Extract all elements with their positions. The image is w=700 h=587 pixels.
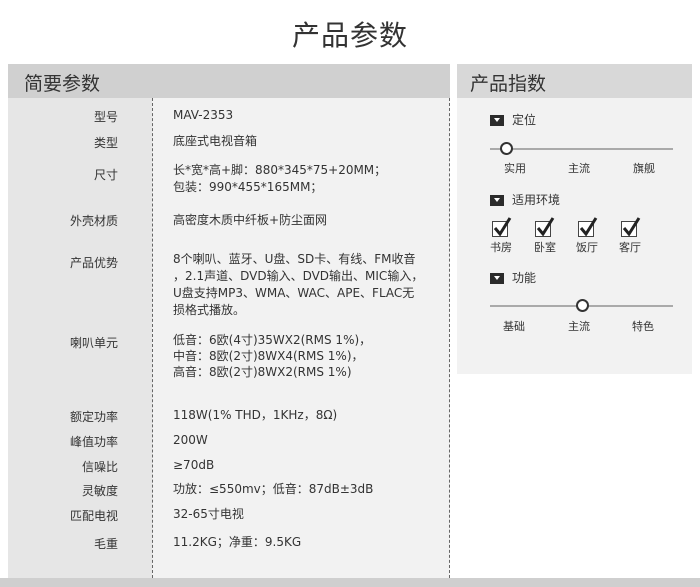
param-value-advantage-4: 损格式播放。	[173, 303, 246, 317]
param-value-size-2: 包装：990*455*165MM；	[173, 180, 323, 194]
param-label-rated-power: 额定功率	[69, 410, 118, 424]
panel-divider	[449, 98, 450, 578]
positioning-section: 定位	[490, 111, 536, 128]
param-label-sensitivity: 灵敏度	[81, 484, 118, 498]
param-value-advantage-3: U盘支持MP3、WMA、WAC、APE、FLAC无	[173, 286, 415, 300]
param-label-peak-power: 峰值功率	[69, 435, 118, 449]
index-title: 产品指数	[470, 73, 547, 95]
positioning-tick-practical: 实用	[504, 162, 526, 175]
function-slider-knob[interactable]	[575, 299, 589, 312]
function-tick-basic: 基础	[503, 320, 525, 333]
param-label-material: 外壳材质	[69, 214, 118, 228]
function-title: 功能	[512, 271, 537, 285]
function-section: 功能	[490, 269, 536, 286]
param-label-advantage: 产品优势	[69, 256, 118, 270]
env-label-living: 客厅	[619, 241, 641, 254]
param-value-speakers-2: 中音：8欧(2寸)8WX4(RMS 1%)，	[173, 349, 364, 363]
environment-section: 适用环境	[490, 191, 560, 208]
summary-header: 简要参数	[8, 64, 450, 98]
param-label-weight: 毛重	[93, 537, 118, 551]
param-value-peak-power: 200W	[173, 433, 208, 447]
dropdown-arrow-icon	[490, 115, 504, 126]
column-divider	[152, 98, 153, 578]
dropdown-arrow-icon	[490, 273, 504, 284]
param-value-rated-power: 118W(1% THD，1KHz，8Ω)	[173, 408, 338, 422]
param-value-model: MAV-2353	[173, 108, 234, 122]
param-label-speakers: 喇叭单元	[69, 336, 118, 350]
checkbox-dining[interactable]	[578, 217, 598, 237]
param-label-tv: 匹配电视	[69, 509, 118, 523]
positioning-slider-track	[490, 148, 673, 150]
param-label-snr: 信噪比	[81, 460, 118, 474]
param-label-size: 尺寸	[93, 168, 118, 182]
param-label-model: 型号	[93, 110, 118, 124]
param-value-tv: 32-65寸电视	[173, 507, 244, 521]
function-tick-mainstream: 主流	[568, 320, 590, 333]
param-value-advantage-2: ，2.1声道、DVD输入、DVD输出、MIC输入，	[173, 269, 424, 283]
param-value-sensitivity: 功放：≤550mv；低音：87dB±3dB	[173, 482, 374, 496]
param-value-advantage-1: 8个喇叭、蓝牙、U盘、SD卡、有线、FM收音	[173, 252, 416, 266]
function-tick-feature: 特色	[632, 320, 654, 333]
positioning-title: 定位	[512, 113, 537, 127]
environment-title: 适用环境	[512, 193, 561, 207]
param-value-speakers-1: 低音：6欧(4寸)35WX2(RMS 1%)，	[173, 333, 372, 347]
page-title: 产品参数	[291, 19, 408, 52]
checkbox-study[interactable]	[492, 217, 512, 237]
env-label-dining: 饭厅	[576, 241, 598, 254]
param-value-snr: ≥70dB	[173, 458, 215, 472]
positioning-tick-flagship: 旗舰	[633, 162, 655, 175]
checkbox-living[interactable]	[621, 217, 641, 237]
summary-title: 简要参数	[24, 73, 101, 95]
param-value-type: 底座式电视音箱	[173, 134, 258, 148]
checkbox-bedroom[interactable]	[535, 217, 555, 237]
env-label-study: 书房	[490, 241, 512, 254]
dropdown-arrow-icon	[490, 195, 504, 206]
param-value-material: 高密度木质中纤板+防尘面网	[173, 213, 328, 227]
param-value-weight: 11.2KG；净重：9.5KG	[173, 535, 302, 549]
param-value-speakers-3: 高音：8欧(2寸)8WX2(RMS 1%)	[173, 365, 352, 379]
positioning-tick-mainstream: 主流	[568, 162, 590, 175]
bottom-bar	[0, 578, 700, 587]
param-value-size-1: 长*宽*高+脚：880*345*75+20MM；	[173, 163, 387, 177]
env-label-bedroom: 卧室	[534, 241, 556, 254]
param-label-type: 类型	[93, 136, 118, 150]
